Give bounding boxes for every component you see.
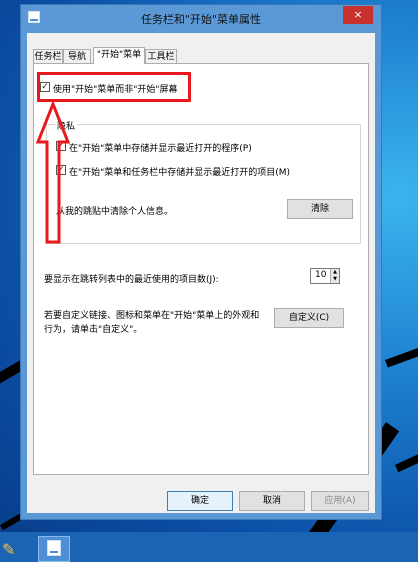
spin-down-icon[interactable]: ▼ [330,276,339,283]
properties-window: 任务栏和"开始"菜单属性 × 任务栏 导航 "开始"菜单 工具栏 ✓ 使用"开始… [20,4,382,520]
store-programs-label: 在"开始"菜单中存储并显示最近打开的程序(P) [69,144,252,154]
jumplist-count-value: 10 [315,270,327,280]
apply-button[interactable]: 应用(A) [311,491,369,511]
jumplist-count-label: 要显示在跳转列表中的最近使用的项目数(J): [44,275,219,285]
close-button[interactable]: × [343,6,373,24]
dialog-client-area: 任务栏 导航 "开始"菜单 工具栏 ✓ 使用"开始"菜单而非"开始"屏幕 隐私 … [27,33,375,513]
store-items-label: 在"开始"菜单和任务栏中存储并显示最近打开的项目(M) [69,168,291,178]
annotation-arrow-icon [35,99,71,244]
customize-text-line2: 行为，请单击"自定义"。 [44,325,143,335]
wallpaper-beam [385,339,418,368]
tab-toolbars[interactable]: 工具栏 [145,49,177,63]
tab-navigation[interactable]: 导航 [63,49,91,63]
customize-button[interactable]: 自定义(C) [274,308,344,328]
wallpaper-beam [395,448,418,473]
customize-text-line1: 若要自定义链接、图标和菜单在"开始"菜单上的外观和 [44,311,260,321]
taskbar-app-button[interactable] [38,536,70,562]
clear-button[interactable]: 清除 [287,199,353,219]
taskbar-window-icon [47,540,61,556]
cancel-button[interactable]: 取消 [239,491,305,511]
title-bar[interactable]: 任务栏和"开始"菜单属性 × [21,5,381,31]
jumplist-count-stepper[interactable]: 10 ▲ ▼ [310,268,340,284]
close-icon: × [353,8,363,21]
tab-taskbar[interactable]: 任务栏 [33,49,63,63]
tab-panel-start-menu: ✓ 使用"开始"菜单而非"开始"屏幕 隐私 ✓ 在"开始"菜单中存储并显示最近打… [33,63,369,475]
taskbar-paint-icon[interactable]: ✎ [2,540,22,560]
window-title: 任务栏和"开始"菜单属性 [140,13,262,26]
taskbar: ✎ [0,532,418,562]
tab-start-menu[interactable]: "开始"菜单 [93,47,145,64]
ok-button[interactable]: 确定 [167,491,233,511]
spin-up-icon[interactable]: ▲ [330,269,339,276]
